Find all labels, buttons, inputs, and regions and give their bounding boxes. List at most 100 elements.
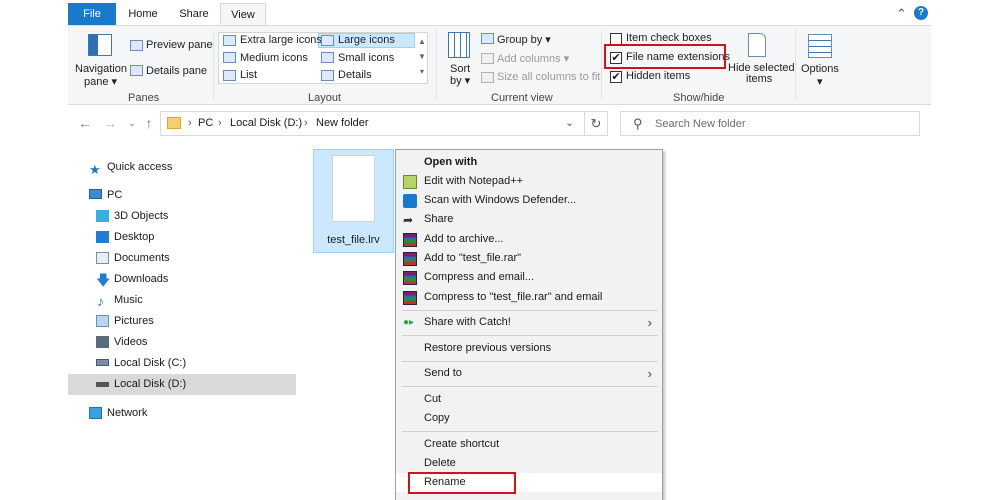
item-check-boxes-label: Item check boxes — [626, 32, 712, 44]
group-divider — [795, 30, 796, 100]
breadcrumb-separator-icon: › — [188, 117, 192, 129]
recent-locations-icon[interactable]: ⌄ — [123, 114, 141, 132]
breadcrumb-pc[interactable]: PC — [198, 117, 213, 129]
group-by-button[interactable]: Group by ▾ — [497, 33, 551, 46]
up-icon[interactable]: ↑ — [140, 114, 158, 132]
menu-item-open-with[interactable]: Open with — [396, 153, 662, 172]
sidebar-item-local-disk-d[interactable]: Local Disk (D:) — [68, 374, 296, 395]
menu-item-compress-email[interactable]: Compress and email... — [396, 268, 662, 287]
generic-file-icon — [332, 155, 375, 222]
menu-item-copy[interactable]: Copy — [396, 409, 662, 428]
menu-item-label: Open with — [424, 156, 478, 168]
music-icon: ♪ — [97, 293, 104, 309]
address-bar[interactable]: › PC › Local Disk (D:) › New folder ⌄ — [160, 111, 607, 136]
menu-item-create-shortcut[interactable]: Create shortcut — [396, 435, 662, 454]
menu-item-restore-versions[interactable]: Restore previous versions — [396, 339, 662, 358]
menu-item-label: Create shortcut — [424, 438, 500, 450]
menu-item-label: Cut — [424, 393, 442, 405]
sidebar-item-quick-access[interactable]: ★ Quick access — [68, 157, 296, 178]
search-icon: ⚲ — [633, 116, 643, 131]
winrar-icon — [403, 291, 417, 305]
large-icons-option[interactable]: Large icons — [338, 34, 395, 46]
sidebar-item-downloads[interactable]: 🡇 Downloads — [68, 269, 296, 290]
tab-home[interactable]: Home — [118, 3, 168, 25]
help-icon[interactable]: ? — [914, 6, 928, 20]
expand-ribbon-icon[interactable]: ⌃ — [896, 6, 907, 22]
breadcrumb-new-folder[interactable]: New folder — [316, 117, 369, 129]
tab-share[interactable]: Share — [170, 3, 218, 25]
menu-item-label: Add to "test_file.rar" — [424, 252, 522, 264]
forward-icon[interactable]: → — [101, 114, 119, 132]
sidebar-item-3d-objects[interactable]: 3D Objects — [68, 206, 296, 227]
computer-icon — [89, 189, 102, 199]
3d-objects-icon — [96, 210, 109, 222]
menu-item-add-archive[interactable]: Add to archive... — [396, 230, 662, 249]
add-columns-button[interactable]: Add columns ▾ — [497, 52, 569, 65]
menu-item-label: Compress to "test_file.rar" and email — [424, 291, 603, 303]
menu-item-add-rar[interactable]: Add to "test_file.rar" — [396, 249, 662, 268]
winrar-icon — [403, 252, 417, 266]
tab-view[interactable]: View — [220, 3, 266, 26]
breadcrumb-local-disk-d[interactable]: Local Disk (D:) — [230, 117, 302, 129]
sidebar-item-pictures[interactable]: Pictures — [68, 311, 296, 332]
folder-icon — [167, 117, 181, 129]
hidden-items-checkbox[interactable]: ✔ — [610, 71, 622, 83]
navigation-pane-button[interactable]: Navigation — [75, 63, 127, 75]
hide-selected-items-icon[interactable] — [748, 33, 766, 57]
menu-item-label: Add to archive... — [424, 233, 504, 245]
navigation-pane-icon[interactable] — [88, 34, 112, 56]
size-all-columns-button[interactable]: Size all columns to fit — [497, 71, 600, 83]
catch-icon: ●▸ — [403, 317, 415, 328]
small-icons-option[interactable]: Small icons — [338, 52, 394, 64]
menu-separator — [402, 431, 658, 432]
menu-item-label: Compress and email... — [424, 271, 535, 283]
menu-item-compress-rar-email[interactable]: Compress to "test_file.rar" and email — [396, 288, 662, 307]
hide-selected-items-button-label2[interactable]: items — [746, 73, 772, 85]
desktop-icon — [96, 231, 109, 243]
sort-by-icon[interactable] — [448, 32, 470, 58]
videos-icon — [96, 336, 109, 348]
menu-item-send-to[interactable]: Send to › — [396, 364, 662, 383]
details-pane-button[interactable]: Details pane — [146, 65, 207, 77]
sidebar-item-documents[interactable]: Documents — [68, 248, 296, 269]
sidebar-item-local-disk-c[interactable]: Local Disk (C:) — [68, 353, 296, 374]
menu-item-share[interactable]: ➦ Share — [396, 210, 662, 229]
navigation-pane-button-label2[interactable]: pane ▾ — [84, 75, 117, 88]
refresh-button[interactable]: ↻ — [584, 111, 608, 136]
menu-item-share-catch[interactable]: ●▸ Share with Catch! › — [396, 313, 662, 332]
breadcrumb-separator-icon: › — [304, 117, 308, 129]
tab-file[interactable]: File — [68, 3, 116, 25]
sidebar-item-label: Quick access — [107, 161, 173, 173]
rename-highlight — [408, 472, 516, 494]
menu-item-delete[interactable]: Delete — [396, 454, 662, 473]
preview-pane-button[interactable]: Preview pane — [146, 39, 213, 51]
address-dropdown-icon[interactable]: ⌄ — [565, 116, 574, 129]
options-dropdown-icon[interactable]: ▾ — [817, 75, 823, 88]
file-item-selected[interactable]: test_file.lrv — [313, 149, 394, 253]
back-icon[interactable]: ← — [76, 114, 94, 132]
sidebar-item-network[interactable]: Network — [68, 403, 296, 424]
sidebar-item-desktop[interactable]: Desktop — [68, 227, 296, 248]
add-columns-icon — [481, 53, 494, 64]
extra-large-icons-option[interactable]: Extra large icons — [240, 34, 322, 46]
search-box[interactable]: ⚲ Search New folder — [620, 111, 920, 136]
menu-separator — [402, 386, 658, 387]
menu-item-cut[interactable]: Cut — [396, 390, 662, 409]
menu-item-edit-notepad[interactable]: Edit with Notepad++ — [396, 172, 662, 191]
options-button[interactable]: Options — [801, 63, 839, 75]
sidebar-item-videos[interactable]: Videos — [68, 332, 296, 353]
details-pane-icon — [130, 65, 143, 76]
medium-icons-option[interactable]: Medium icons — [240, 52, 308, 64]
menu-item-scan-defender[interactable]: Scan with Windows Defender... — [396, 191, 662, 210]
sidebar-item-music[interactable]: ♪ Music — [68, 290, 296, 311]
sidebar-item-pc[interactable]: PC — [68, 185, 296, 206]
layout-scroll-icon[interactable]: ▲ ▼ ▾ — [417, 34, 427, 82]
list-option[interactable]: List — [240, 69, 257, 81]
details-option[interactable]: Details — [338, 69, 372, 81]
group-divider — [213, 30, 214, 100]
sort-by-button-label2[interactable]: by ▾ — [450, 74, 470, 87]
sidebar-item-label: Desktop — [114, 231, 155, 243]
share-icon: ➦ — [403, 213, 414, 227]
group-by-icon — [481, 33, 494, 44]
options-icon[interactable] — [808, 34, 832, 58]
